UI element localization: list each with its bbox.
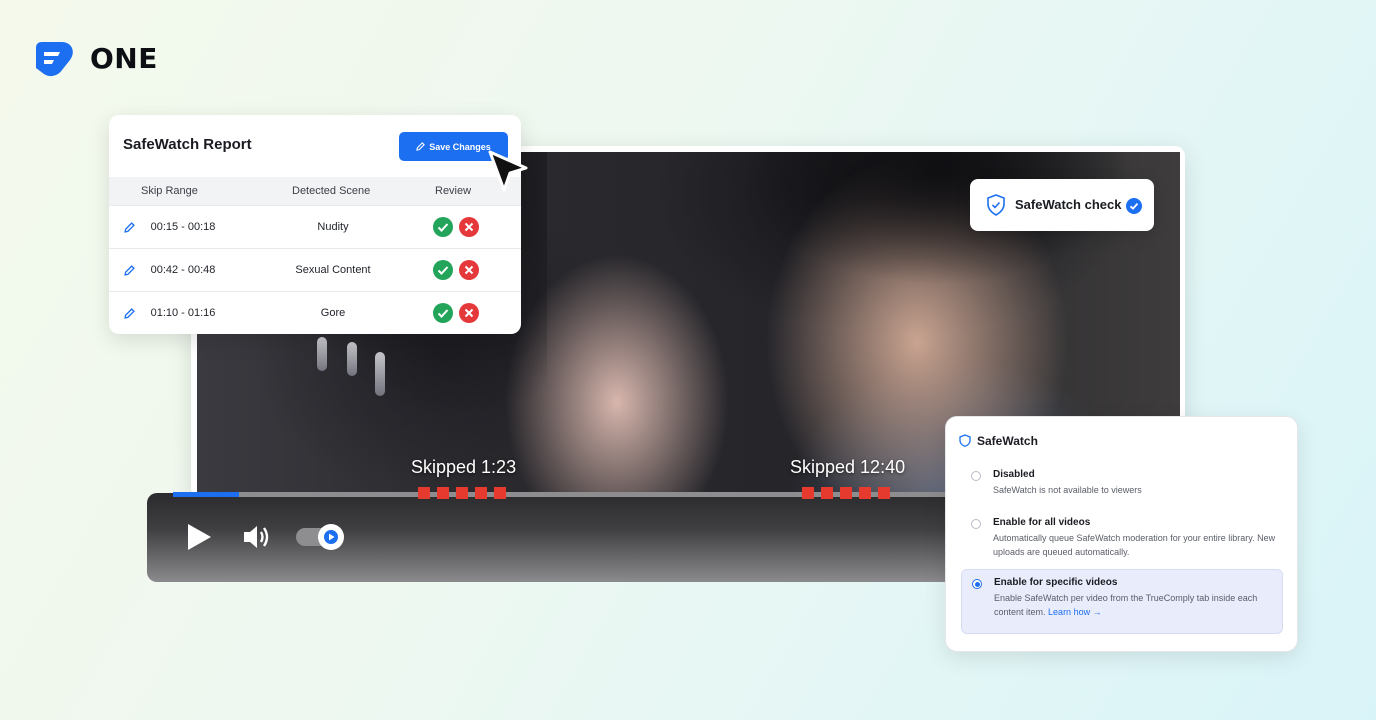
safewatch-check-badge: SafeWatch check [970,179,1154,231]
verified-check-icon [1126,198,1142,214]
approve-icon[interactable] [433,217,453,237]
safewatch-settings-panel: SafeWatch Disabled SafeWatch is not avai… [945,416,1298,652]
toggle-knob[interactable] [318,524,344,550]
detected-scene: Nudity [317,221,349,233]
option-enable-specific[interactable]: Enable for specific videos Enable SafeWa… [961,569,1283,634]
report-title: SafeWatch Report [123,136,252,153]
safewatch-report-card: SafeWatch Report Save Changes Skip Range… [109,115,521,334]
brand-name: ONE [90,41,158,75]
column-detected-scene: Detected Scene [292,185,371,197]
detected-scene: Gore [320,307,346,319]
detected-scene: Sexual Content [295,264,371,276]
option-description-text: Enable SafeWatch per video from the True… [994,593,1258,617]
skip-range: 00:15 - 00:18 [150,221,216,233]
edit-icon[interactable] [124,222,135,233]
skip-marker [475,487,487,499]
shield-check-icon [987,194,1005,216]
option-title: Enable for specific videos [994,577,1118,588]
skip-marker [802,487,814,499]
skip-marker [437,487,449,499]
approve-icon[interactable] [433,303,453,323]
option-description: Automatically queue SafeWatch moderation… [993,533,1276,557]
skip-range: 01:10 - 01:16 [150,307,216,319]
option-disabled[interactable]: Disabled SafeWatch is not available to v… [961,462,1281,502]
radio-disabled[interactable] [971,471,981,481]
edit-icon[interactable] [124,265,135,276]
approve-icon[interactable] [433,260,453,280]
settings-title: SafeWatch [977,434,1038,448]
table-row: 00:42 - 00:48 Sexual Content [109,248,521,292]
save-changes-label: Save Changes [429,141,491,152]
option-description: SafeWatch is not available to viewers [993,485,1142,495]
brand: ONE [32,34,158,82]
skip-label-1: Skipped 1:23 [411,457,517,477]
reject-icon[interactable] [459,260,479,280]
table-row: 00:15 - 00:18 Nudity [109,205,521,249]
reject-icon[interactable] [459,303,479,323]
skip-range: 00:42 - 00:48 [150,264,216,276]
option-title: Disabled [993,469,1035,480]
column-skip-range: Skip Range [141,185,198,197]
badge-label: SafeWatch check [1015,197,1122,212]
table-row: 01:10 - 01:16 Gore [109,291,521,334]
reject-icon[interactable] [459,217,479,237]
learn-how-link[interactable]: Learn how → [1048,607,1102,617]
play-icon[interactable] [184,522,214,552]
one-logo-icon [36,42,73,77]
pencil-icon [416,142,426,151]
edit-icon[interactable] [124,308,135,319]
option-title: Enable for all videos [993,517,1091,528]
skip-marker [859,487,871,499]
volume-icon[interactable] [242,523,272,551]
radio-enable-specific[interactable] [972,579,982,589]
skip-marker [494,487,506,499]
skip-label-2: Skipped 12:40 [790,457,906,477]
option-enable-all[interactable]: Enable for all videos Automatically queu… [961,510,1281,562]
skip-marker [840,487,852,499]
radio-enable-all[interactable] [971,519,981,529]
toggle-play-icon [324,530,338,544]
skip-marker [456,487,468,499]
option-description: Enable SafeWatch per video from the True… [994,592,1279,619]
cursor-arrow-icon [488,150,528,192]
skip-marker [821,487,833,499]
skip-marker [878,487,890,499]
report-table-header: Skip Range Detected Scene Review [109,177,521,205]
skip-marker [418,487,430,499]
progress-fill [173,492,239,497]
shield-icon [959,434,971,447]
column-review: Review [435,185,472,197]
